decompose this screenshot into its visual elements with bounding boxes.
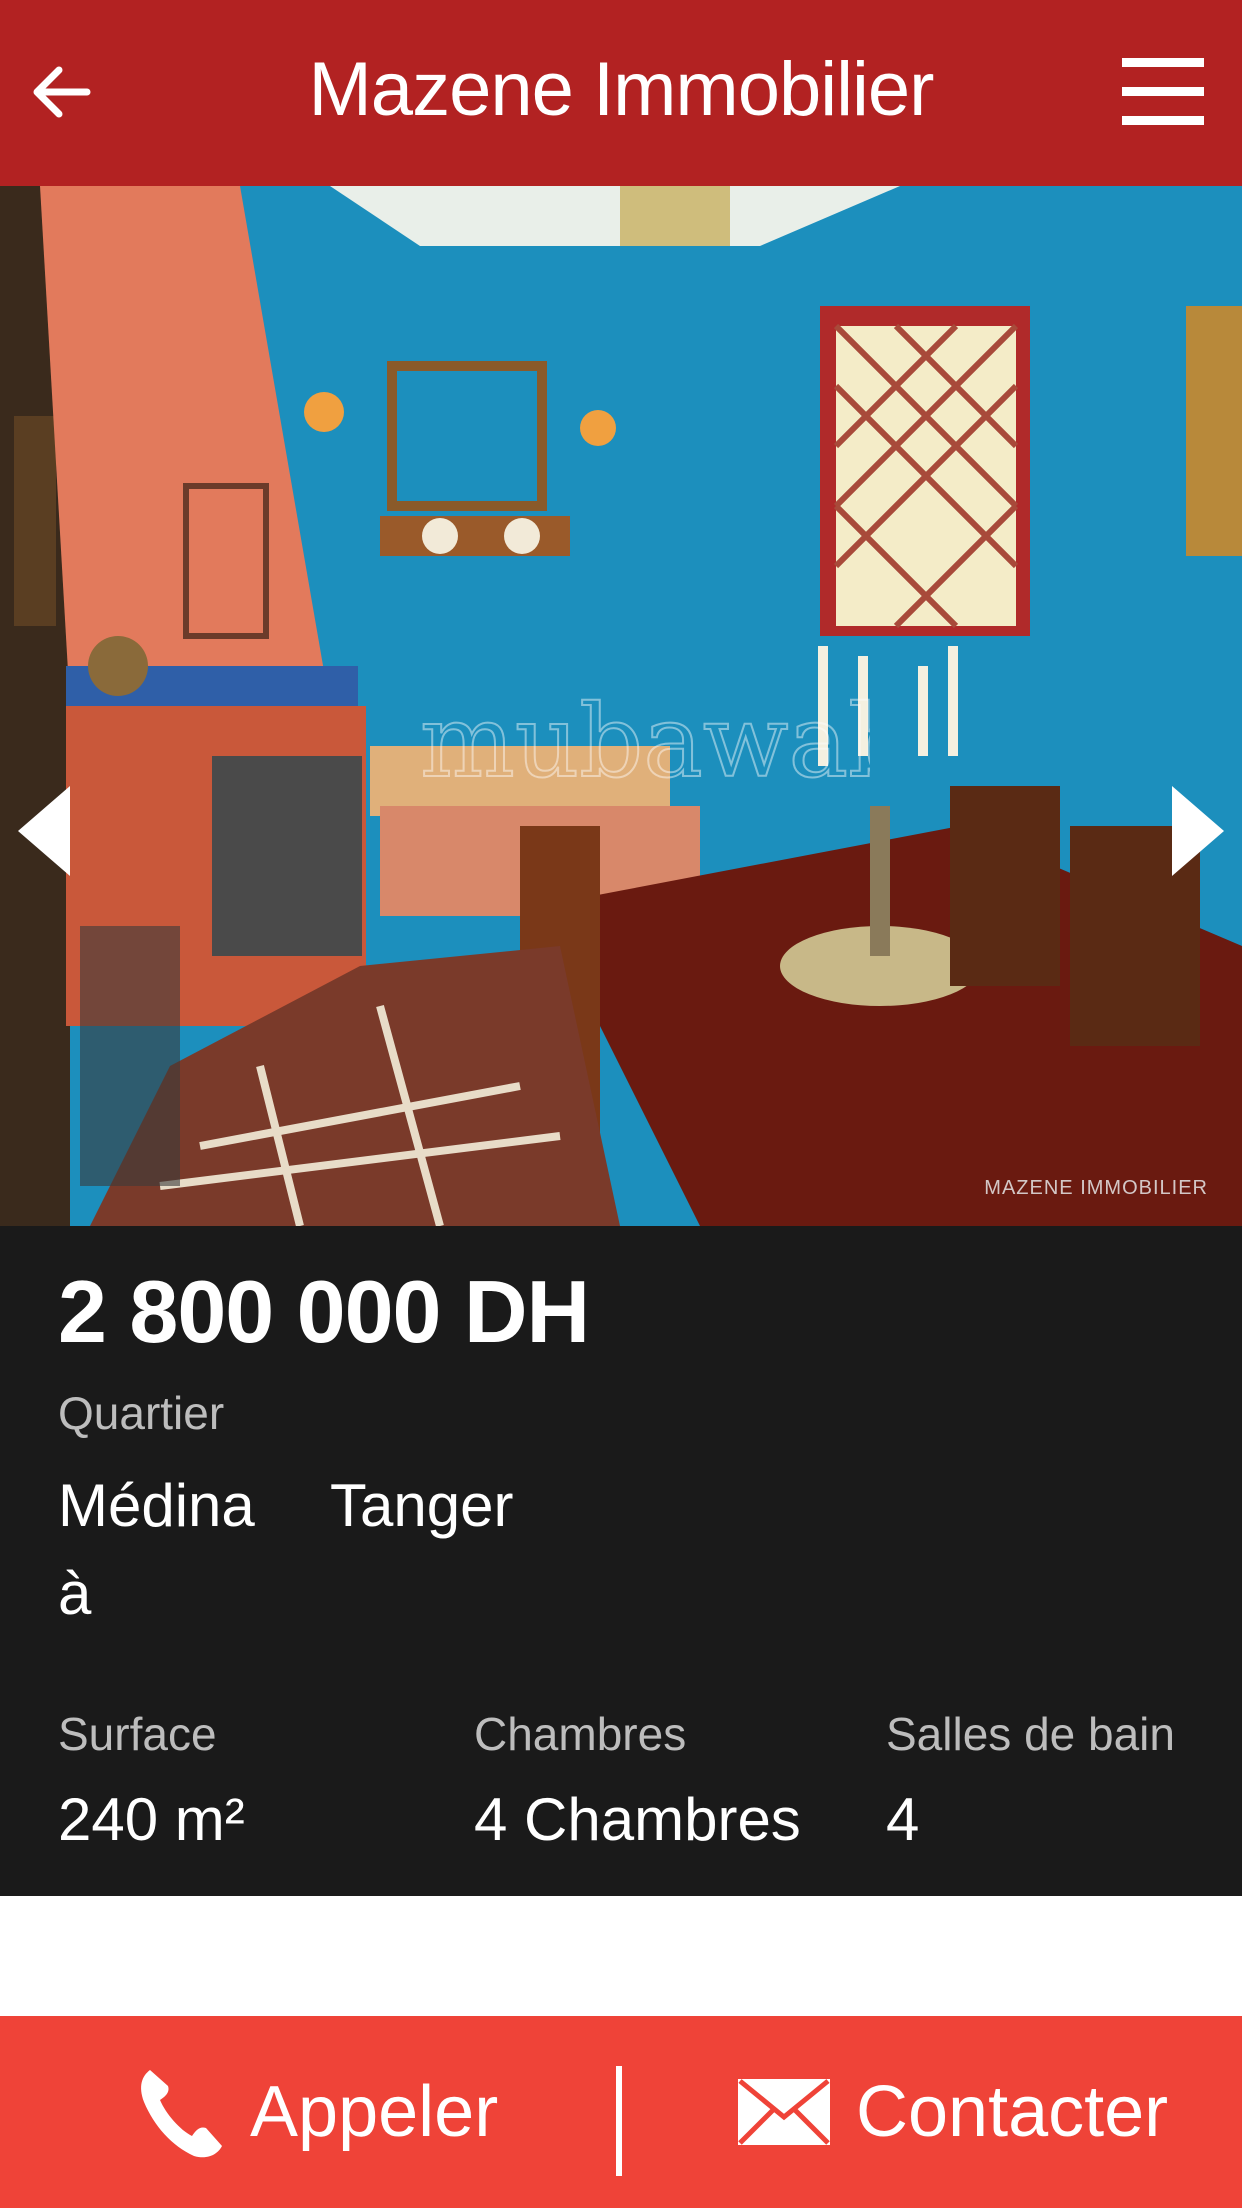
chambres-label: Chambres [474,1708,687,1760]
chambres-value: 4 Chambres [474,1786,801,1853]
action-bar: Appeler Contacter [0,2016,1242,2208]
app-header: Mazene Immobilier [0,0,1242,186]
surface-value: 240 m² [58,1786,245,1853]
contact-label: Contacter [856,2072,1169,2152]
surface-stat: Surface 240 m² [58,1704,245,1860]
quartier-value: Médina à [58,1472,255,1627]
page-title: Mazene Immobilier [308,47,935,132]
call-button[interactable]: Appeler [136,2016,498,2208]
city-value: Tanger [330,1472,514,1539]
quartier-label: Quartier [58,1387,225,1439]
listing-price: 2 800 000 DH [58,1262,590,1361]
next-photo-button[interactable] [1168,776,1228,886]
phone-icon [141,2070,222,2158]
salles-label: Salles de bain [886,1708,1175,1760]
svg-text:mubawab: mubawab [420,683,870,800]
salles-value: 4 [886,1786,920,1853]
listing-info-panel: 2 800 000 DH Quartier Médina à Tanger Su… [0,1226,1242,1896]
chevron-left-icon [18,786,70,876]
surface-label: Surface [58,1708,217,1760]
contact-button[interactable]: Contacter [736,2016,1168,2208]
footer-divider [616,2066,622,2176]
hamburger-icon [1122,58,1204,67]
photo-gallery[interactable]: mubawab MAZENE IMMOBILIER [0,186,1242,1226]
previous-photo-button[interactable] [14,776,74,886]
chambres-stat: Chambres 4 Chambres [474,1704,801,1860]
salles-stat: Salles de bain 4 [886,1704,1175,1860]
call-label: Appeler [250,2072,499,2152]
watermark-text: MAZENE IMMOBILIER [984,1177,1208,1199]
menu-button[interactable] [1122,58,1204,126]
chevron-right-icon [1172,786,1224,876]
envelope-icon [738,2079,830,2145]
watermark-logo: mubawab [419,682,870,801]
